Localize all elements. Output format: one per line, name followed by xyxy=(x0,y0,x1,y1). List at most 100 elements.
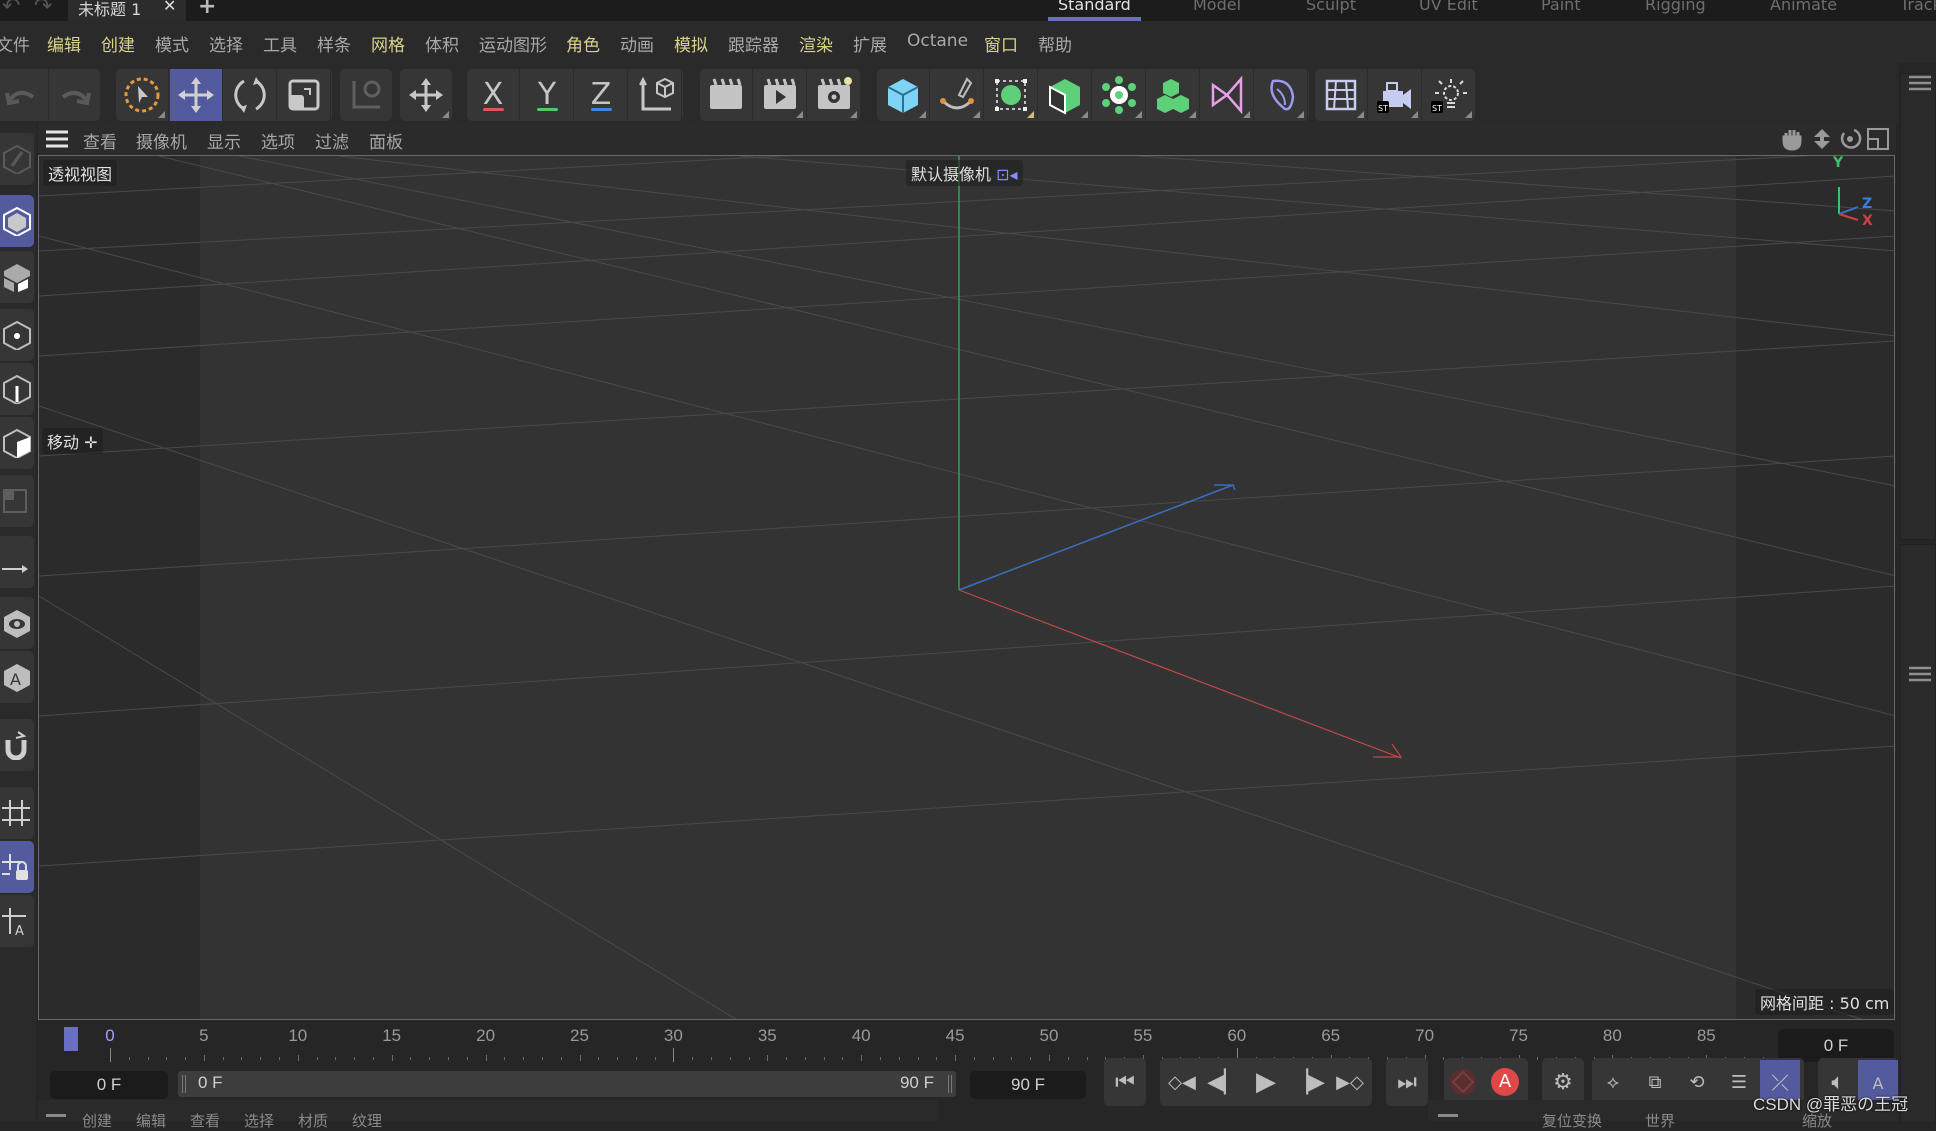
layout-tab-model[interactable]: Model xyxy=(1193,0,1241,14)
view-menu-options[interactable]: 选项 xyxy=(261,128,295,153)
planar-workplane-button[interactable]: A xyxy=(0,895,34,947)
make-editable-button[interactable] xyxy=(0,133,34,185)
range-end-handle[interactable] xyxy=(948,1075,952,1093)
prev-frame-button[interactable]: ◀▏ xyxy=(1204,1062,1244,1102)
timeline-ruler[interactable]: 051015202530354045505560657075808590 xyxy=(64,1022,1839,1062)
orbit-icon[interactable] xyxy=(1838,127,1862,155)
pan-hand-icon[interactable] xyxy=(1780,127,1804,155)
cube-button[interactable] xyxy=(877,69,930,121)
edges-mode-button[interactable] xyxy=(0,363,34,415)
maximize-view-icon[interactable] xyxy=(1866,127,1890,155)
menu-create[interactable]: 创建 xyxy=(101,31,135,56)
coordinate-system-button[interactable] xyxy=(629,69,682,121)
menu-character[interactable]: 角色 xyxy=(566,31,600,56)
transform-options-button[interactable] xyxy=(400,69,453,121)
view-menu-filter[interactable]: 过滤 xyxy=(315,128,349,153)
menu-file[interactable]: 文件 xyxy=(0,31,30,56)
scale-tool-button[interactable] xyxy=(278,69,331,121)
goto-end-button[interactable]: ⏭ xyxy=(1387,1062,1427,1102)
new-tab-plus-icon[interactable]: + xyxy=(198,0,216,19)
texture-mode-button[interactable] xyxy=(0,251,34,303)
selection-filter-button[interactable]: A xyxy=(0,651,34,703)
menu-render[interactable]: 渲染 xyxy=(799,31,833,56)
menu-select[interactable]: 选择 xyxy=(209,31,243,56)
record-keys-button[interactable] xyxy=(1443,1062,1483,1102)
menu-spline[interactable]: 样条 xyxy=(317,31,351,56)
extrude-generator-button[interactable] xyxy=(1039,69,1092,121)
menu-mograph[interactable]: 运动图形 xyxy=(479,31,547,56)
menu-window[interactable]: 窗口 xyxy=(984,31,1018,56)
start-frame-field[interactable]: 0 F xyxy=(50,1071,168,1099)
next-frame-button[interactable]: ▕▶ xyxy=(1288,1062,1328,1102)
menu-simulate[interactable]: 模拟 xyxy=(674,31,708,56)
x-axis-lock-button[interactable]: X xyxy=(467,69,520,121)
cloner-button[interactable] xyxy=(1093,69,1146,121)
menu-animation[interactable]: 动画 xyxy=(620,31,654,56)
preview-range-slider[interactable]: 0 F 90 F xyxy=(178,1071,956,1097)
undo-mini-icon[interactable]: ↶ xyxy=(2,0,20,19)
snap-button[interactable] xyxy=(0,719,34,771)
z-axis-lock-button[interactable]: Z xyxy=(575,69,628,121)
deformer-button[interactable] xyxy=(1201,69,1254,121)
view-menu-panel[interactable]: 面板 xyxy=(369,128,403,153)
autokey-button[interactable]: A xyxy=(1485,1062,1525,1102)
menu-extensions[interactable]: 扩展 xyxy=(853,31,887,56)
menu-octane[interactable]: Octane xyxy=(907,31,968,51)
menu-tracker[interactable]: 跟踪器 xyxy=(728,31,779,56)
end-frame-field[interactable]: 90 F xyxy=(970,1071,1086,1099)
camera-button[interactable]: ST xyxy=(1369,69,1422,121)
layout-tab-rigging[interactable]: Rigging xyxy=(1645,0,1706,14)
key-position-button[interactable]: ⟡ xyxy=(1593,1062,1633,1102)
material-menu-icon[interactable] xyxy=(46,1114,66,1117)
perspective-viewport[interactable]: Y Z X 透视视图 默认摄像机 ⊡◂ 移动 ✛ 网格间距 : 50 cm xyxy=(38,155,1895,1020)
key-scale-button[interactable]: ⧉ xyxy=(1635,1062,1675,1102)
prev-keyframe-button[interactable]: ◇◀ xyxy=(1162,1062,1202,1102)
menu-tools[interactable]: 工具 xyxy=(263,31,297,56)
uv-mode-button[interactable] xyxy=(0,475,34,527)
mograph-effector-button[interactable] xyxy=(1147,69,1200,121)
layout-tab-paint[interactable]: Paint xyxy=(1541,0,1581,14)
coordinates-menu-icon[interactable] xyxy=(1438,1114,1458,1117)
move-tool-button[interactable] xyxy=(170,69,223,121)
document-tab[interactable]: 未标题 1 ✕ xyxy=(68,0,186,21)
dolly-arrow-icon[interactable] xyxy=(1810,127,1834,155)
menu-volume[interactable]: 体积 xyxy=(425,31,459,56)
layout-tab-animate[interactable]: Animate xyxy=(1770,0,1837,14)
next-keyframe-button[interactable]: ▶◇ xyxy=(1330,1062,1370,1102)
axis-mode-button[interactable] xyxy=(0,536,34,588)
dock-menu-icon-bottom[interactable] xyxy=(1909,666,1931,686)
solo-mode-button[interactable] xyxy=(0,597,34,649)
layout-tab-sculpt[interactable]: Sculpt xyxy=(1306,0,1356,14)
dock-menu-icon-top[interactable] xyxy=(1909,75,1931,95)
view-menu-cameras[interactable]: 摄像机 xyxy=(136,128,187,153)
workplane-button[interactable] xyxy=(0,787,34,839)
key-rotation-button[interactable]: ⟲ xyxy=(1677,1062,1717,1102)
goto-start-button[interactable]: ⏮ xyxy=(1105,1062,1145,1102)
lock-workplane-button[interactable] xyxy=(0,841,34,893)
undo-button[interactable] xyxy=(0,69,49,121)
points-mode-button[interactable] xyxy=(0,309,34,361)
redo-button[interactable] xyxy=(48,69,101,121)
rotate-tool-button[interactable] xyxy=(224,69,277,121)
y-axis-lock-button[interactable]: Y xyxy=(521,69,574,121)
spline-pen-button[interactable] xyxy=(931,69,984,121)
menu-help[interactable]: 帮助 xyxy=(1038,31,1072,56)
redo-mini-icon[interactable]: ↷ xyxy=(34,0,52,19)
layout-tab-uv-edit[interactable]: UV Edit xyxy=(1419,0,1478,14)
hamburger-menu-icon[interactable] xyxy=(46,130,68,152)
transform-history-button[interactable] xyxy=(340,69,393,121)
render-picture-viewer-button[interactable] xyxy=(754,69,807,121)
light-button[interactable]: ST xyxy=(1423,69,1476,121)
subdivision-surface-button[interactable] xyxy=(985,69,1038,121)
model-mode-button[interactable] xyxy=(0,195,34,247)
layout-tab-standard[interactable]: Standard xyxy=(1058,0,1131,14)
menu-edit[interactable]: 编辑 xyxy=(47,31,81,56)
render-settings-button[interactable] xyxy=(808,69,861,121)
menu-mesh[interactable]: 网格 xyxy=(371,31,405,56)
active-camera-label[interactable]: 默认摄像机 ⊡◂ xyxy=(906,160,1023,186)
range-start-handle[interactable] xyxy=(182,1075,186,1093)
polygons-mode-button[interactable] xyxy=(0,417,34,469)
keyframe-settings-button[interactable]: ⚙ xyxy=(1543,1062,1583,1102)
close-tab-icon[interactable]: ✕ xyxy=(163,0,176,15)
floor-grid-button[interactable] xyxy=(1315,69,1368,121)
